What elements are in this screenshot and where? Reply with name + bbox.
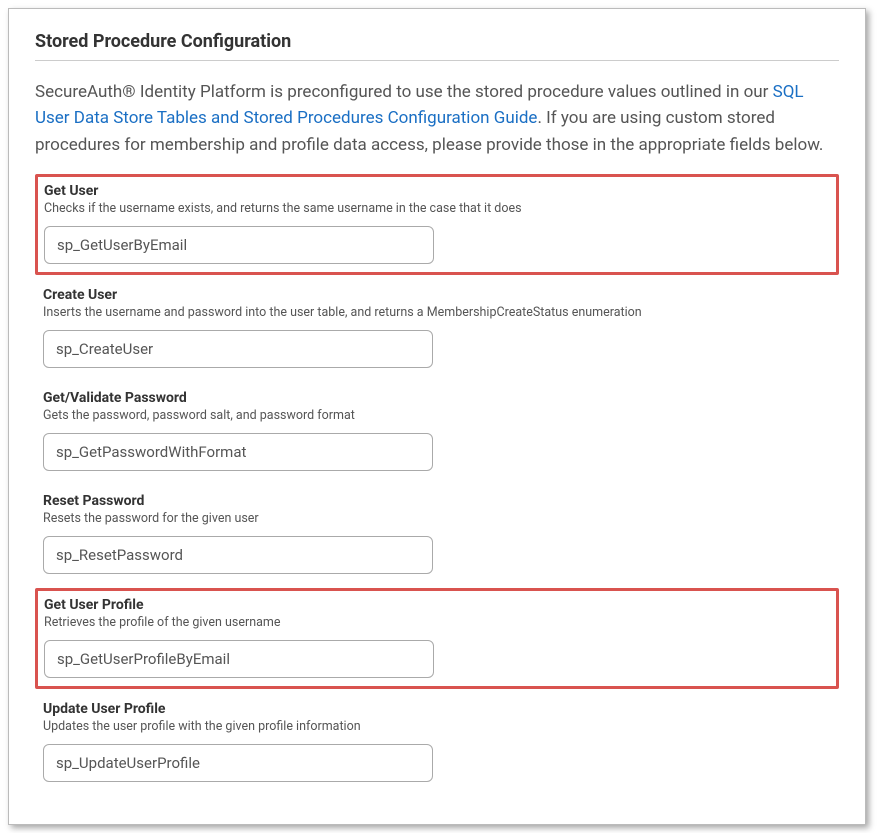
reset-password-description: Resets the password for the given user xyxy=(43,511,831,526)
get-user-profile-label: Get User Profile xyxy=(44,597,830,613)
create-user-label: Create User xyxy=(43,287,831,303)
get-user-description: Checks if the username exists, and retur… xyxy=(44,201,830,216)
update-user-profile-input[interactable] xyxy=(43,744,433,782)
create-user-group: Create User Inserts the username and pass… xyxy=(35,279,839,378)
update-user-profile-label: Update User Profile xyxy=(43,701,831,717)
get-user-label: Get User xyxy=(44,183,830,199)
get-validate-password-group: Get/Validate Password Gets the password, … xyxy=(35,382,839,481)
get-user-profile-description: Retrieves the profile of the given usern… xyxy=(44,615,830,630)
get-user-group: Get User Checks if the username exists, a… xyxy=(35,174,839,275)
create-user-input[interactable] xyxy=(43,330,433,368)
get-user-profile-group: Get User Profile Retrieves the profile of… xyxy=(35,588,839,689)
reset-password-input[interactable] xyxy=(43,536,433,574)
intro-text: SecureAuth® Identity Platform is preconf… xyxy=(35,79,839,158)
create-user-description: Inserts the username and password into t… xyxy=(43,305,831,320)
fields-container: Get User Checks if the username exists, a… xyxy=(35,174,839,792)
update-user-profile-group: Update User Profile Updates the user prof… xyxy=(35,693,839,792)
get-validate-password-description: Gets the password, password salt, and pa… xyxy=(43,408,831,423)
get-user-input[interactable] xyxy=(44,226,434,264)
get-validate-password-input[interactable] xyxy=(43,433,433,471)
get-validate-password-label: Get/Validate Password xyxy=(43,390,831,406)
config-panel: Stored Procedure Configuration SecureAut… xyxy=(8,8,866,825)
intro-pre: SecureAuth® Identity Platform is preconf… xyxy=(35,82,773,102)
reset-password-label: Reset Password xyxy=(43,493,831,509)
update-user-profile-description: Updates the user profile with the given … xyxy=(43,719,831,734)
page-title: Stored Procedure Configuration xyxy=(35,31,839,61)
reset-password-group: Reset Password Resets the password for th… xyxy=(35,485,839,584)
get-user-profile-input[interactable] xyxy=(44,640,434,678)
